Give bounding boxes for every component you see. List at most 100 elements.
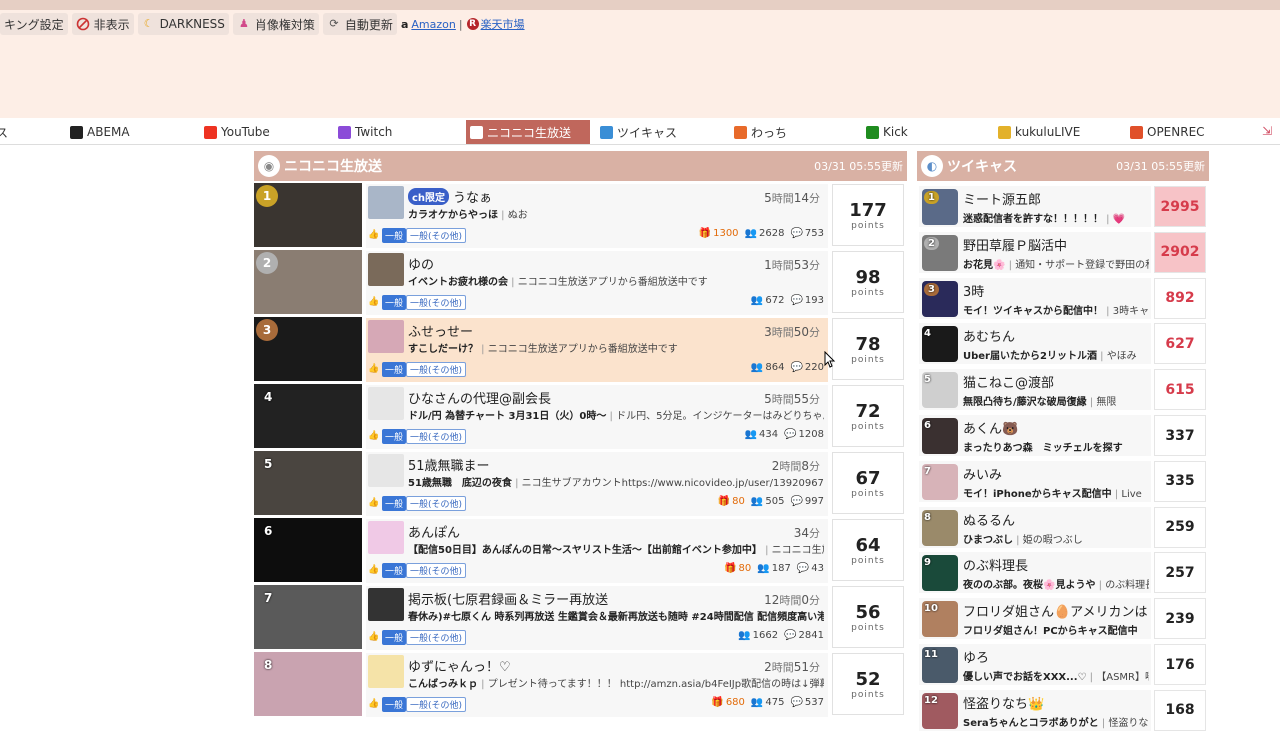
twitcasting-row[interactable]: 12 怪盗りなち👑 Seraちゃんとコラボありがと | 怪盗りな 168 <box>917 688 1209 733</box>
streamer-avatar[interactable]: 2 <box>922 234 958 271</box>
niconico-row[interactable]: 5 51歳無職まー 2時間8分 51歳無職 底辺の夜食 | ニコ生サブアカウントhtt… <box>254 450 907 517</box>
stream-thumbnail[interactable]: 6 <box>254 518 362 582</box>
twitcasting-row[interactable]: 5 猫こねこ@渡部 無限凸待ち/藤沢な破局復縁 | 無限 615 <box>917 367 1209 412</box>
streamer-name[interactable]: 怪盗りなち👑 <box>963 693 1044 712</box>
thumbs-up-icon[interactable]: 👍 <box>368 297 380 309</box>
stream-thumbnail[interactable]: 5 <box>254 451 362 515</box>
tab-openrec[interactable]: OPENREC <box>1130 120 1254 144</box>
streamer-name[interactable]: のぶ料理長 <box>963 555 1028 574</box>
streamer-name[interactable]: ひなさんの代理@副会長 <box>408 388 551 407</box>
streamer-name[interactable]: ゆろ <box>963 647 989 666</box>
genre-tag-main[interactable]: 一般 <box>382 429 407 444</box>
genre-tag-main[interactable]: 一般 <box>382 697 407 712</box>
streamer-name[interactable]: フロリダ姐さん🥚アメリカンは <box>963 601 1148 620</box>
genre-tag-sub[interactable]: 一般(その他) <box>406 496 467 511</box>
twitcasting-row[interactable]: 6 あくん🐻 まったりあつ森 ミッチェルを探す 337 <box>917 413 1209 458</box>
stream-thumbnail[interactable]: 4 <box>254 384 362 448</box>
twitcasting-row[interactable]: 3 3時モイ！ツイキャスから配信中！ | 3時キャス 892 <box>917 276 1209 321</box>
streamer-name[interactable]: みいみ <box>963 464 1002 483</box>
niconico-row[interactable]: 7 掲示板(七原君録画＆ミラー再放送 12時間0分 春休み)#七原くん 時系列再放送 … <box>254 584 907 651</box>
streamer-name[interactable]: あんぽん <box>408 522 460 541</box>
streamer-name[interactable]: 51歳無職まー <box>408 455 490 474</box>
streamer-name[interactable]: ミート源五郎 <box>963 189 1041 208</box>
tab-twitcasting[interactable]: ツイキャス <box>600 120 724 144</box>
tab-kick[interactable]: Kick <box>866 120 990 144</box>
genre-tag-sub[interactable]: 一般(その他) <box>406 630 467 645</box>
auto-refresh-button[interactable]: ⟳ 自動更新 <box>322 13 397 35</box>
tab-twitch[interactable]: Twitch <box>338 120 462 144</box>
genre-tag-sub[interactable]: 一般(その他) <box>406 295 467 310</box>
tab-kukulu[interactable]: kukuluLIVE <box>998 120 1122 144</box>
genre-tag-main[interactable]: 一般 <box>382 228 407 243</box>
streamer-name[interactable]: ゆずにゃんっ！♡ <box>408 656 511 675</box>
streamer-name[interactable]: ふせっせー <box>408 321 473 340</box>
twitcasting-row[interactable]: 10 フロリダ姐さん🥚アメリカンは フロリダ姐さん！PCからキャス配信中 239 <box>917 596 1209 641</box>
streamer-avatar[interactable]: 12 <box>922 692 958 729</box>
streamer-name[interactable]: ch限定 うなぁ <box>408 187 492 206</box>
niconico-row[interactable]: 8 ゆずにゃんっ！♡ 2時間51分 こんばっみｋｐ | プレゼント待ってます！！！ h… <box>254 651 907 718</box>
stream-thumbnail[interactable]: 2 <box>254 250 362 314</box>
thumbs-up-icon[interactable]: 👍 <box>368 230 380 242</box>
streamer-avatar[interactable] <box>368 454 404 487</box>
streamer-name[interactable]: ぬるるん <box>963 510 1015 529</box>
streamer-avatar[interactable] <box>368 655 404 688</box>
genre-tag-sub[interactable]: 一般(その他) <box>406 228 467 243</box>
streamer-name[interactable]: 猫こねこ@渡部 <box>963 372 1054 391</box>
streamer-name[interactable]: 3時 <box>963 281 984 300</box>
twitcasting-row[interactable]: 8 ぬるるん ひまつぶし | 姫の暇つぶし 259 <box>917 505 1209 550</box>
genre-tag-main[interactable]: 一般 <box>382 563 407 578</box>
hide-button[interactable]: 非表示 <box>71 13 134 35</box>
thumbs-up-icon[interactable]: 👍 <box>368 498 380 510</box>
niconico-row[interactable]: 6 あんぽん 34分 【配信50日目】あんぽんの日常〜スヤリスト生活〜【出前館イベント… <box>254 517 907 584</box>
streamer-avatar[interactable]: 11 <box>922 647 958 683</box>
thumbs-up-icon[interactable]: 👍 <box>368 364 380 376</box>
streamer-avatar[interactable]: 10 <box>922 601 958 638</box>
stream-thumbnail[interactable]: 8 <box>254 652 362 716</box>
niconico-row[interactable]: 3 ふせっせー 3時間50分 すこしだーけ？ | ニコニコ生放送アプリから番組放送中で… <box>254 316 907 383</box>
twitcasting-row[interactable]: 2 野田草履Ｐ脳活中 お花見🌸 | 通知・サポート登録で野田の私 2902 <box>917 230 1209 275</box>
streamer-avatar[interactable]: 1 <box>922 189 958 225</box>
streamer-avatar[interactable] <box>368 253 404 286</box>
streamer-avatar[interactable] <box>368 521 404 554</box>
streamer-avatar[interactable]: 6 <box>922 418 958 454</box>
twitcasting-row[interactable]: 7 みいみ モイ！iPhoneからキャス配信中 | Live 335 <box>917 459 1209 504</box>
tabs-scroll-icon[interactable]: ⇲ <box>1262 124 1272 138</box>
streamer-avatar[interactable] <box>368 588 404 621</box>
streamer-avatar[interactable]: 7 <box>922 463 958 500</box>
streamer-avatar[interactable]: 4 <box>922 326 958 363</box>
twitcasting-row[interactable]: 1 ミート源五郎 迷惑配信者を許すな！！！！！ | 💗 2995 <box>917 184 1209 229</box>
niconico-row[interactable]: 4 ひなさんの代理@副会長 5時間55分 ドル/円 為替チャート 3月31日（火）0時… <box>254 383 907 450</box>
twitcasting-row[interactable]: 4 あむちん Uber届いたから2リットル酒 | やほみ 627 <box>917 321 1209 366</box>
thumbs-up-icon[interactable]: 👍 <box>368 632 380 644</box>
amazon-link[interactable]: a Amazon | <box>401 18 463 31</box>
darkness-button[interactable]: ☾ DARKNESS <box>137 13 229 35</box>
genre-tag-sub[interactable]: 一般(その他) <box>406 697 467 712</box>
genre-tag-main[interactable]: 一般 <box>382 496 407 511</box>
tab-abema[interactable]: ABEMA <box>70 120 194 144</box>
rakuten-link[interactable]: R 楽天市場 <box>466 16 525 32</box>
tab-youtube[interactable]: YouTube <box>204 120 328 144</box>
streamer-avatar[interactable]: 3 <box>922 280 958 317</box>
twitcasting-row[interactable]: 9 のぶ料理長夜ののぶ部。夜桜🌸見ようや | のぶ料理長 257 <box>917 550 1209 595</box>
niconico-row[interactable]: 2 ゆの 1時間53分 イベントお疲れ様の会 | ニコニコ生放送アプリから番組放送中で… <box>254 249 907 316</box>
streamer-name[interactable]: ゆの <box>408 254 434 273</box>
thumbs-up-icon[interactable]: 👍 <box>368 431 380 443</box>
streamer-avatar[interactable]: 9 <box>922 555 958 592</box>
streamer-avatar[interactable] <box>368 320 404 353</box>
streamer-name[interactable]: 掲示板(七原君録画＆ミラー再放送 <box>408 589 608 608</box>
streamer-name[interactable]: あむちん <box>963 326 1015 345</box>
genre-tag-main[interactable]: 一般 <box>382 362 407 377</box>
streamer-name[interactable]: あくん🐻 <box>963 418 1018 437</box>
twitcasting-row[interactable]: 11 ゆろ優しい声でお話をXXX...♡ | 【ASMR】喘 176 <box>917 642 1209 687</box>
portrait-rights-button[interactable]: ♟ 肖像権対策 <box>232 13 319 35</box>
streamer-avatar[interactable] <box>368 387 404 420</box>
genre-tag-sub[interactable]: 一般(その他) <box>406 362 467 377</box>
thumbs-up-icon[interactable]: 👍 <box>368 565 380 577</box>
genre-tag-main[interactable]: 一般 <box>382 295 407 310</box>
genre-tag-sub[interactable]: 一般(その他) <box>406 563 467 578</box>
tab-niconico[interactable]: ニコニコ生放送 <box>466 120 590 144</box>
genre-tag-main[interactable]: 一般 <box>382 630 407 645</box>
streamer-avatar[interactable] <box>368 186 404 219</box>
stream-thumbnail[interactable]: 3 <box>254 317 362 381</box>
tab-wacchi[interactable]: わっち <box>734 120 858 144</box>
